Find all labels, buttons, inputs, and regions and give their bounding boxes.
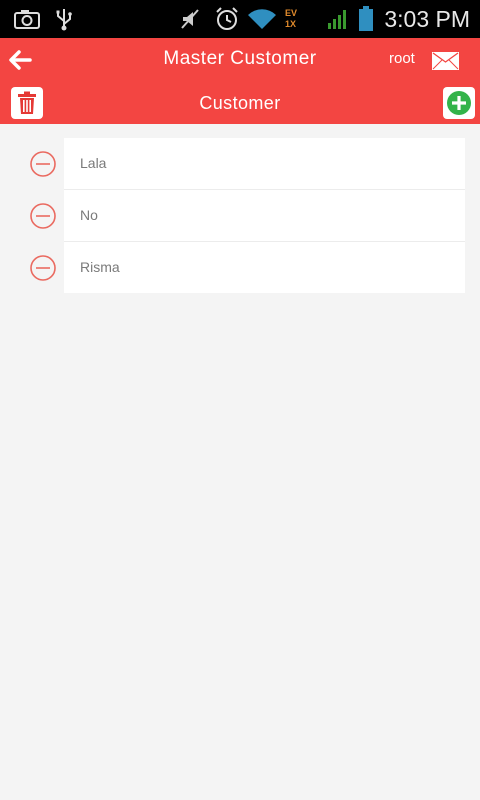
section-title: Customer (199, 93, 281, 113)
cell-signal-icon (326, 6, 350, 32)
section-header: Customer (0, 82, 480, 124)
customer-list: Lala No Risma (0, 138, 480, 294)
customer-item[interactable]: Lala (64, 138, 465, 190)
remove-icon[interactable] (29, 202, 57, 230)
network-type-bottom: 1X (285, 19, 297, 29)
list-item: Risma (0, 242, 480, 294)
mute-icon (178, 6, 202, 32)
remove-icon[interactable] (29, 150, 57, 178)
alarm-icon (213, 6, 241, 32)
add-customer-button[interactable] (443, 87, 475, 119)
customer-name: No (80, 207, 98, 223)
customer-item[interactable]: No (64, 190, 465, 242)
ev-signal-icon: EV 1X (285, 6, 315, 32)
remove-icon[interactable] (29, 254, 57, 282)
usb-icon (52, 6, 76, 32)
user-label: root (389, 50, 415, 67)
status-time: 3:03 PM (384, 6, 470, 32)
customer-name: Lala (80, 155, 107, 171)
status-bar: EV 1X 3:03 PM (0, 0, 480, 38)
customer-item[interactable]: Risma (64, 242, 465, 293)
camera-icon (12, 6, 42, 32)
wifi-icon (246, 6, 278, 32)
customer-name: Risma (80, 259, 120, 275)
network-type-top: EV (285, 8, 298, 18)
list-item: Lala (0, 138, 480, 190)
title-bar: Master Customer root (0, 38, 480, 82)
plus-circle-icon (447, 91, 471, 115)
list-item: No (0, 190, 480, 242)
battery-icon (357, 6, 375, 32)
envelope-icon (432, 52, 459, 70)
mail-button[interactable] (432, 52, 459, 70)
